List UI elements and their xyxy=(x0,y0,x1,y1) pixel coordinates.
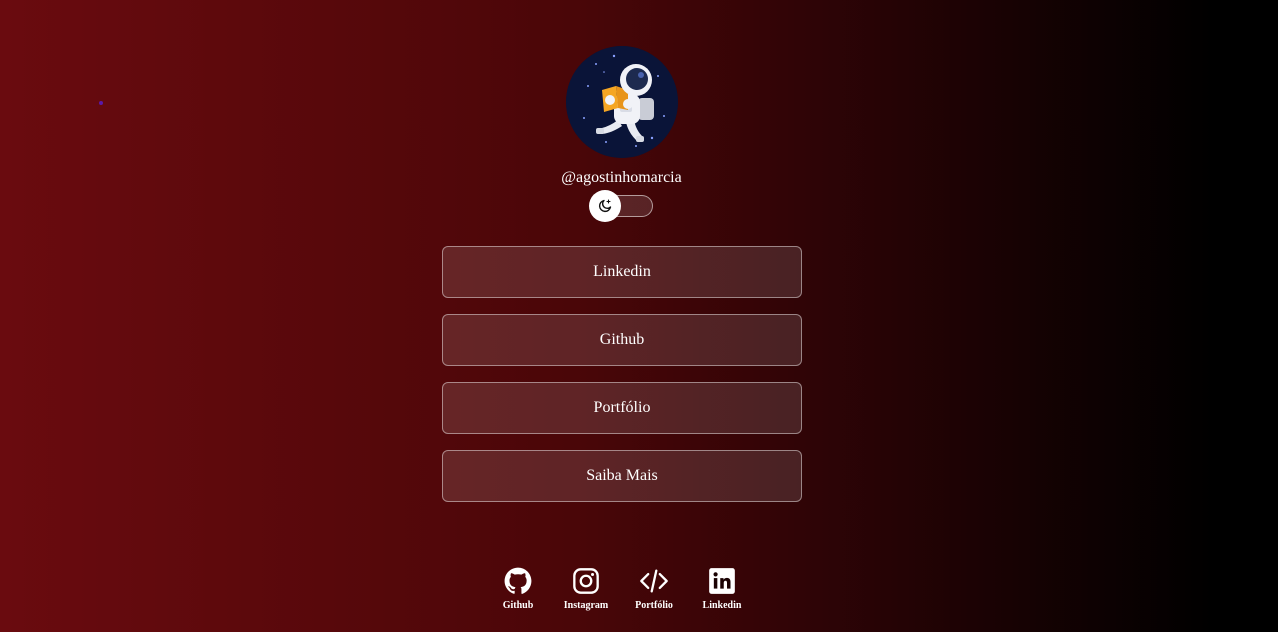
link-list: Linkedin Github Portfólio Saiba Mais xyxy=(442,246,802,518)
linkedin-icon xyxy=(707,566,737,596)
link-label: Linkedin xyxy=(593,263,651,280)
instagram-icon xyxy=(571,566,601,596)
saiba-mais-link-button[interactable]: Saiba Mais xyxy=(442,450,802,502)
linkedin-link-button[interactable]: Linkedin xyxy=(442,246,802,298)
social-linkedin-link[interactable]: Linkedin xyxy=(698,566,746,612)
link-label: Saiba Mais xyxy=(586,467,658,484)
social-portfolio-link[interactable]: Portfólio xyxy=(630,566,678,612)
profile-handle: @agostinhomarcia xyxy=(561,169,682,186)
portfolio-link-button[interactable]: Portfólio xyxy=(442,382,802,434)
social-label: Portfólio xyxy=(635,600,673,611)
github-icon xyxy=(503,566,533,596)
moon-stars-icon xyxy=(598,199,611,213)
social-instagram-link[interactable]: Instagram xyxy=(562,566,610,612)
link-label: Github xyxy=(599,331,645,348)
astronaut-avatar xyxy=(565,46,678,158)
theme-toggle[interactable] xyxy=(588,190,653,222)
social-label: Instagram xyxy=(563,600,609,611)
social-label: Github xyxy=(502,600,534,611)
social-bar: Github Instagram Portfólio Linkedin xyxy=(494,566,746,612)
toggle-knob[interactable] xyxy=(588,190,621,222)
profile-section: @agostinhomarcia xyxy=(0,46,1243,222)
social-label: Linkedin xyxy=(702,600,742,611)
social-github-link[interactable]: Github xyxy=(494,566,542,612)
code-icon xyxy=(639,566,669,596)
link-label: Portfólio xyxy=(593,399,651,416)
github-link-button[interactable]: Github xyxy=(442,314,802,366)
